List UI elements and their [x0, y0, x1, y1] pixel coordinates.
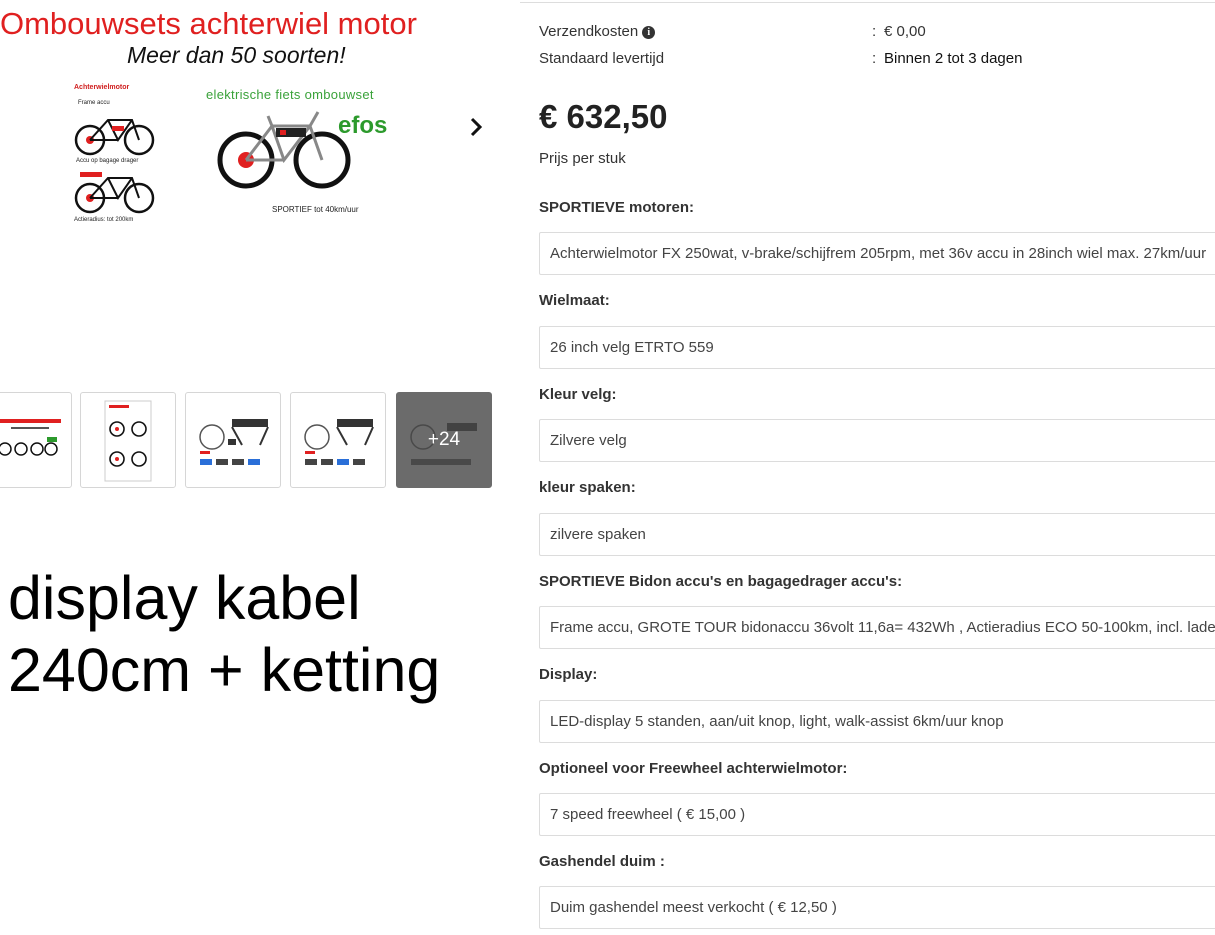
ebike-caption: elektrische fiets ombouwset: [206, 87, 374, 102]
price-unit: Prijs per stuk: [539, 150, 626, 167]
thumbnail-strip: +24: [0, 392, 492, 488]
bicycle-icon: [74, 172, 155, 214]
product-illustration-panel: Achterwielmotor Frame accu Accu op bagag…: [70, 84, 165, 244]
delivery-value: Binnen 2 tot 3 dagen: [884, 50, 1023, 67]
product-price: € 632,50: [539, 98, 668, 135]
thumbnail-image: [0, 419, 61, 456]
panel-caption: Achterwielmotor: [74, 84, 130, 91]
option-select-motor[interactable]: Achterwielmotor FX 250wat, v-brake/schij…: [539, 232, 1215, 275]
chevron-right-icon: [470, 117, 483, 137]
info-icon[interactable]: i: [642, 26, 656, 39]
option-label-motor: SPORTIEVE motoren:: [539, 199, 695, 216]
ebike-image: [217, 111, 351, 189]
option-label-display: Display:: [539, 666, 598, 683]
thumbnail-more[interactable]: +24: [396, 392, 492, 488]
thumbnail-1[interactable]: [0, 392, 72, 488]
more-images-count: +24: [427, 429, 461, 450]
option-label-rim-color: Kleur velg:: [539, 386, 617, 403]
banner-subtitle: Meer dan 50 soorten!: [127, 42, 346, 68]
next-image-button[interactable]: [462, 112, 490, 142]
efos-logo: efos: [338, 112, 388, 139]
option-select-rim-color[interactable]: Zilvere velg: [539, 419, 1215, 462]
thumbnail-2[interactable]: [80, 392, 176, 488]
promo-text: display kabel 240cm + ketting: [8, 564, 441, 704]
shipping-label: Verzendkosten i: [539, 23, 656, 40]
option-select-freewheel[interactable]: 7 speed freewheel ( € 15,00 ): [539, 793, 1215, 836]
shipping-value: € 0,00: [884, 23, 926, 40]
delivery-label: Standaard levertijd: [539, 50, 665, 67]
shipping-colon: :: [872, 23, 877, 40]
option-label-battery: SPORTIEVE Bidon accu's en bagagedrager a…: [539, 573, 903, 590]
product-main-image[interactable]: Ombouwsets achterwiel motor Meer dan 50 …: [0, 0, 460, 260]
option-select-battery[interactable]: Frame accu, GROTE TOUR bidonaccu 36volt …: [539, 606, 1215, 649]
top-divider: [520, 2, 1215, 3]
thumbnail-4[interactable]: [290, 392, 386, 488]
option-label-spoke-color: kleur spaken:: [539, 479, 636, 496]
option-label-freewheel: Optioneel voor Freewheel achterwielmotor…: [539, 760, 848, 777]
delivery-colon: :: [872, 50, 877, 67]
thumbnail-image: [199, 419, 269, 465]
option-label-throttle: Gashendel duim :: [539, 853, 665, 870]
panel-caption: Actieradius: tot 200km: [74, 217, 134, 223]
option-select-spoke-color[interactable]: zilvere spaken: [539, 513, 1215, 556]
option-select-wheel-size[interactable]: 26 inch velg ETRTO 559: [539, 326, 1215, 369]
option-select-throttle[interactable]: Duim gashendel meest verkocht ( € 12,50 …: [539, 886, 1215, 929]
option-label-wheel-size: Wielmaat:: [539, 292, 610, 309]
thumbnail-image: [304, 419, 374, 465]
bicycle-icon: [74, 119, 155, 156]
thumbnail-3[interactable]: [185, 392, 281, 488]
option-select-display[interactable]: LED-display 5 standen, aan/uit knop, lig…: [539, 700, 1215, 743]
thumbnail-image: [104, 400, 152, 482]
banner-title: Ombouwsets achterwiel motor: [0, 6, 417, 41]
brand-line: SPORTIEF tot 40km/uur: [272, 205, 359, 214]
